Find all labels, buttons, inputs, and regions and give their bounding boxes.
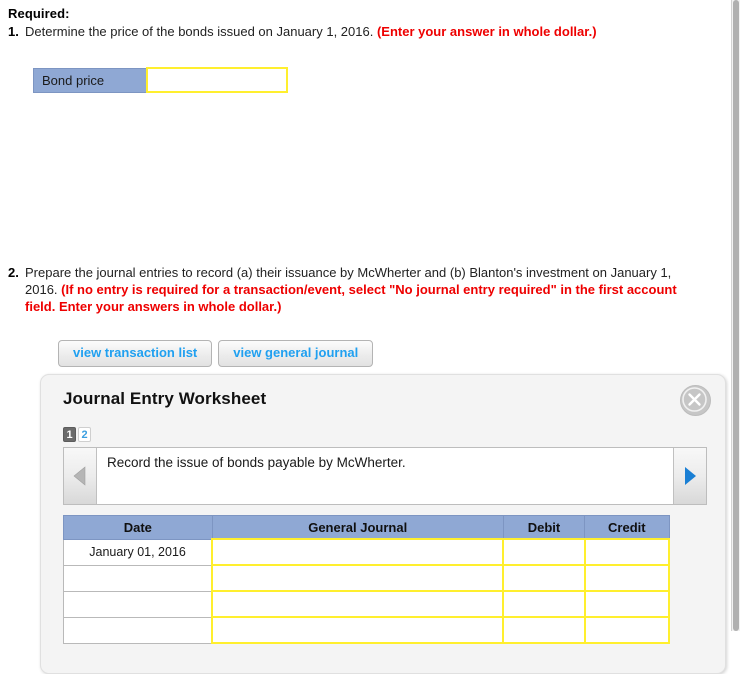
column-header-debit: Debit xyxy=(502,515,586,540)
question-2: 2. Prepare the journal entries to record … xyxy=(8,264,688,315)
cell-account-input[interactable] xyxy=(211,564,505,592)
cell-date xyxy=(63,564,213,592)
question-2-note: (If no entry is required for a transacti… xyxy=(25,282,677,314)
cell-credit-input[interactable] xyxy=(583,616,671,644)
next-entry-arrow-icon[interactable] xyxy=(673,448,706,504)
worksheet-tab-2[interactable]: 2 xyxy=(78,427,91,442)
cell-date: January 01, 2016 xyxy=(63,538,213,566)
credit-input[interactable] xyxy=(585,592,668,616)
table-row xyxy=(63,616,671,644)
question-1-text: Determine the price of the bonds issued … xyxy=(25,24,377,39)
debit-input[interactable] xyxy=(504,618,584,642)
worksheet-title: Journal Entry Worksheet xyxy=(63,389,267,408)
cell-debit-input[interactable] xyxy=(502,564,586,592)
cell-credit-input[interactable] xyxy=(583,590,671,618)
worksheet-tab-1[interactable]: 1 xyxy=(63,427,76,442)
question-1: 1. Determine the price of the bonds issue… xyxy=(8,23,698,40)
journal-entry-table: Date General Journal Debit Credit Januar… xyxy=(63,515,671,644)
worksheet-pager-tabs: 12 xyxy=(63,427,93,444)
table-row: Bond price xyxy=(33,67,288,93)
page-scrollbar-thumb[interactable] xyxy=(733,0,739,631)
cell-credit-input[interactable] xyxy=(583,538,671,566)
bond-price-input-cell[interactable] xyxy=(146,67,288,93)
cell-date xyxy=(63,616,213,644)
table-row: January 01, 2016 xyxy=(63,538,671,566)
view-buttons-group: view transaction list view general journa… xyxy=(58,340,379,367)
column-header-date: Date xyxy=(63,515,213,540)
entry-description-strip: Record the issue of bonds payable by McW… xyxy=(63,447,707,505)
credit-input[interactable] xyxy=(585,618,668,642)
previous-entry-arrow-icon[interactable] xyxy=(64,448,97,504)
view-transaction-list-button[interactable]: view transaction list xyxy=(58,340,213,367)
table-header-row: Date General Journal Debit Credit xyxy=(63,515,670,540)
journal-entry-worksheet-panel: Journal Entry Worksheet 12 Record the is… xyxy=(40,374,726,674)
page-scrollbar[interactable] xyxy=(731,0,740,631)
entry-description-text: Record the issue of bonds payable by McW… xyxy=(97,448,673,504)
debit-input[interactable] xyxy=(504,592,584,616)
cell-credit-input[interactable] xyxy=(583,564,671,592)
cell-account-input[interactable] xyxy=(211,538,505,566)
question-1-note: (Enter your answer in whole dollar.) xyxy=(376,24,597,39)
table-row xyxy=(63,590,671,618)
journal-table-wrapper: Date General Journal Debit Credit Januar… xyxy=(63,515,707,644)
account-input[interactable] xyxy=(213,540,503,564)
view-general-journal-button[interactable]: view general journal xyxy=(218,340,374,367)
bond-price-label: Bond price xyxy=(33,67,148,93)
table-row xyxy=(63,564,671,592)
cell-debit-input[interactable] xyxy=(502,616,586,644)
column-header-general-journal: General Journal xyxy=(211,515,504,540)
account-input[interactable] xyxy=(213,592,503,616)
cell-debit-input[interactable] xyxy=(502,590,586,618)
credit-input[interactable] xyxy=(585,566,668,590)
cell-account-input[interactable] xyxy=(211,616,505,644)
debit-input[interactable] xyxy=(504,566,584,590)
required-heading: Required: xyxy=(8,6,70,21)
bond-price-table: Bond price xyxy=(33,67,288,93)
column-header-credit: Credit xyxy=(584,515,670,540)
account-input[interactable] xyxy=(213,566,503,590)
debit-input[interactable] xyxy=(504,540,584,564)
close-icon[interactable] xyxy=(680,385,711,416)
cell-account-input[interactable] xyxy=(211,590,505,618)
cell-date xyxy=(63,590,213,618)
cell-debit-input[interactable] xyxy=(502,538,586,566)
credit-input[interactable] xyxy=(585,540,668,564)
question-2-number: 2. xyxy=(8,265,19,280)
question-1-number: 1. xyxy=(8,24,19,39)
account-input[interactable] xyxy=(213,618,503,642)
bond-price-input[interactable] xyxy=(148,69,286,91)
